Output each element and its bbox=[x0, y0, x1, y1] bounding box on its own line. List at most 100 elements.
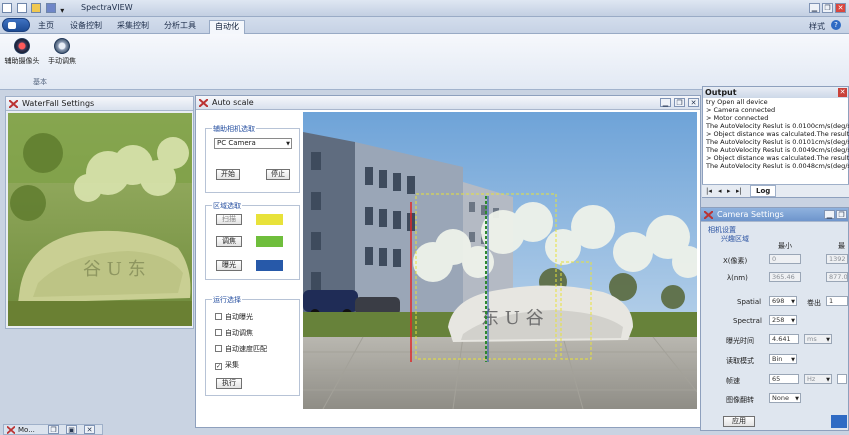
log-line: The AutoVelocity Reslut is 0.0100cm/s(de… bbox=[706, 122, 849, 130]
tools-icon bbox=[9, 100, 18, 108]
exposure-color-swatch bbox=[256, 260, 283, 271]
restore-button[interactable]: ❐ bbox=[822, 3, 833, 13]
auto-scale-close-button[interactable]: ✕ bbox=[688, 98, 699, 107]
auto-scale-minimize-button[interactable]: ▁ bbox=[660, 98, 671, 107]
auto-scale-controls: 辅助相机选取 PC Camera ▼ 开始 停止 区域选取 扫描 调焦 曝光 运… bbox=[205, 115, 300, 398]
last-page-icon[interactable]: ▸| bbox=[736, 187, 742, 195]
manual-focus-button[interactable]: 手动调焦 bbox=[44, 38, 80, 76]
minimized-close-button[interactable]: ✕ bbox=[84, 425, 95, 434]
log-line: > Object distance was calculated.The res… bbox=[706, 130, 849, 138]
log-line: The AutoVelocity Reslut is 0.0049cm/s(de… bbox=[706, 146, 849, 154]
auto-exposure-label: 自动曝光 bbox=[225, 313, 253, 321]
tab-device-control[interactable]: 设备控制 bbox=[66, 20, 106, 34]
app-menu-icon[interactable] bbox=[2, 3, 12, 13]
log-line: The AutoVelocity Reslut is 0.0101cm/s(de… bbox=[706, 138, 849, 146]
camera-group-title: 辅助相机选取 bbox=[212, 124, 256, 134]
exposure-time-field[interactable]: 4.641 bbox=[769, 334, 799, 344]
merge-field[interactable]: 1 bbox=[826, 296, 848, 306]
tab-analysis-tools[interactable]: 分析工具 bbox=[160, 20, 200, 34]
frame-rate-field[interactable]: 65 bbox=[769, 374, 799, 384]
app-orb-button[interactable] bbox=[2, 18, 30, 32]
spectral-select[interactable]: 258 ▼ bbox=[769, 315, 797, 325]
ribbon-tabs: 主页 设备控制 采集控制 分析工具 自动化 样式 ? bbox=[0, 17, 849, 34]
camera-settings-title-bar[interactable]: Camera Settings ▁ ❐ bbox=[701, 208, 848, 222]
tab-home[interactable]: 主页 bbox=[33, 20, 59, 34]
first-page-icon[interactable]: |◂ bbox=[706, 187, 712, 195]
auto-scale-title: Auto scale bbox=[212, 98, 254, 107]
auto-focus-checkbox[interactable]: 自动调焦 bbox=[215, 328, 253, 338]
minimized-window-tab[interactable]: Mo... ❐ ▣ ✕ bbox=[3, 424, 103, 435]
acquire-checkbox[interactable]: ✓ 采集 bbox=[215, 360, 239, 370]
image-flip-value: None bbox=[772, 394, 789, 402]
ribbon-group-label: 基本 bbox=[33, 78, 47, 86]
start-button[interactable]: 开始 bbox=[216, 169, 240, 180]
frame-rate-label: 帧速 bbox=[726, 377, 740, 385]
lambda-max-field[interactable]: 877.0 bbox=[826, 272, 848, 282]
close-button[interactable]: ✕ bbox=[835, 3, 846, 13]
help-icon[interactable]: ? bbox=[831, 20, 841, 30]
rock-inscription: 东 U 谷 bbox=[481, 308, 544, 329]
tab-log[interactable]: Log bbox=[750, 185, 777, 197]
region-group-title: 区域选取 bbox=[212, 201, 242, 211]
image-flip-select[interactable]: None ▼ bbox=[769, 393, 801, 403]
camera-settings-title: Camera Settings bbox=[717, 210, 784, 219]
acquire-label: 采集 bbox=[225, 361, 239, 369]
save-icon[interactable] bbox=[45, 3, 56, 13]
qat-dropdown-icon[interactable]: ▾ bbox=[60, 6, 66, 16]
focus-region-button[interactable]: 调焦 bbox=[216, 236, 242, 247]
auto-scale-restore-button[interactable]: ❐ bbox=[674, 98, 685, 107]
apply-button[interactable]: 应用 bbox=[723, 416, 755, 427]
waterfall-title: WaterFall Settings bbox=[22, 99, 95, 108]
x-max-field[interactable]: 1392 bbox=[826, 254, 848, 264]
chevron-down-icon: ▼ bbox=[791, 318, 795, 324]
tab-acquisition-control[interactable]: 采集控制 bbox=[113, 20, 153, 34]
spatial-select[interactable]: 698 ▼ bbox=[769, 296, 797, 306]
x-min-field[interactable]: 0 bbox=[769, 254, 801, 264]
minimized-restore-button[interactable]: ❐ bbox=[48, 425, 59, 434]
camera-settings-minimize-button[interactable]: ▁ bbox=[824, 210, 835, 219]
camera-preview[interactable]: 东 U 谷 bbox=[303, 112, 697, 409]
scan-color-swatch bbox=[256, 214, 283, 225]
frame-unit-select[interactable]: Hz ▼ bbox=[804, 374, 832, 384]
tab-automation[interactable]: 自动化 bbox=[209, 20, 245, 34]
minimize-button[interactable]: ▁ bbox=[809, 3, 820, 13]
style-menu[interactable]: 样式 bbox=[809, 21, 825, 32]
checkbox-icon bbox=[215, 329, 222, 336]
lambda-min-field[interactable]: 365.46 bbox=[769, 272, 801, 282]
chevron-down-icon: ▼ bbox=[795, 396, 799, 402]
tools-icon bbox=[199, 99, 208, 107]
max-column-header: 最 bbox=[838, 242, 845, 250]
output-title: Output bbox=[705, 88, 737, 97]
pixel-row-label: X(像素) bbox=[723, 257, 748, 265]
auxiliary-camera-button[interactable]: 辅助摄像头 bbox=[4, 38, 40, 76]
new-file-icon[interactable] bbox=[16, 3, 27, 13]
readout-mode-select[interactable]: Bin ▼ bbox=[769, 354, 797, 364]
scroll-handle[interactable] bbox=[831, 415, 847, 428]
auto-exposure-checkbox[interactable]: 自动曝光 bbox=[215, 312, 253, 322]
prev-page-icon[interactable]: ◂ bbox=[718, 187, 722, 195]
waterfall-title-bar[interactable]: WaterFall Settings bbox=[6, 97, 193, 111]
camera-settings-restore-button[interactable]: ❐ bbox=[836, 210, 847, 219]
output-title-bar: Output ✕ bbox=[703, 87, 848, 98]
execute-button[interactable]: 执行 bbox=[216, 378, 242, 389]
menu-icon bbox=[8, 22, 16, 29]
exposure-unit-select[interactable]: ms ▼ bbox=[804, 334, 832, 344]
min-column-header: 最小 bbox=[778, 242, 792, 250]
open-folder-icon[interactable] bbox=[31, 3, 42, 13]
scan-region-button[interactable]: 扫描 bbox=[216, 214, 242, 225]
frame-rate-checkbox[interactable] bbox=[837, 374, 847, 384]
auto-speed-match-checkbox[interactable]: 自动速度匹配 bbox=[215, 344, 267, 354]
next-page-icon[interactable]: ▸ bbox=[727, 187, 731, 195]
focus-color-swatch bbox=[256, 236, 283, 247]
frame-unit-value: Hz bbox=[807, 375, 816, 383]
camera-settings-panel: Camera Settings ▁ ❐ 相机设置 兴趣区域 最小 最 X(像素)… bbox=[700, 207, 849, 431]
stop-button[interactable]: 停止 bbox=[266, 169, 290, 180]
output-close-icon[interactable]: ✕ bbox=[838, 88, 847, 97]
camera-select[interactable]: PC Camera ▼ bbox=[214, 138, 292, 149]
readout-mode-value: Bin bbox=[772, 355, 783, 363]
exposure-region-button[interactable]: 曝光 bbox=[216, 260, 242, 271]
auto-focus-label: 自动调焦 bbox=[225, 329, 253, 337]
auto-scale-title-bar[interactable]: Auto scale ▁ ❐ ✕ bbox=[196, 96, 700, 110]
roi-section: 兴趣区域 bbox=[721, 235, 749, 243]
minimized-maximize-button[interactable]: ▣ bbox=[66, 425, 77, 434]
